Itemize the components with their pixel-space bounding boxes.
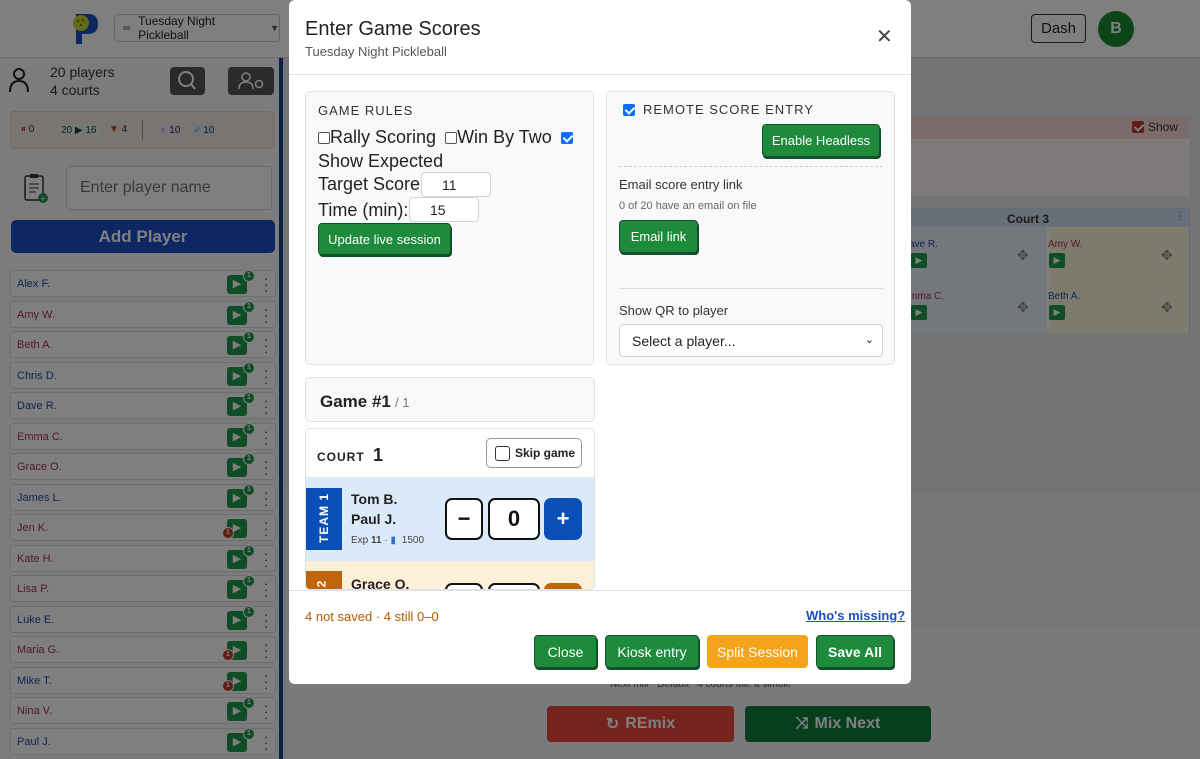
score-entry-modal: Enter Game Scores Tuesday Night Pickleba… <box>289 0 911 684</box>
team-2-label: 2 <box>314 580 329 588</box>
unsaved-status: 4 not saved · 4 still 0–0 <box>305 609 439 624</box>
qr-select-value: Select a player... <box>632 332 736 349</box>
team-1-score[interactable]: 0 <box>488 498 540 540</box>
game-header-card: Game #1 / 1 <box>305 377 595 422</box>
team-2-label-bar: 2 <box>306 571 342 589</box>
divider <box>619 288 883 289</box>
target-score-input[interactable]: 11 <box>421 172 491 197</box>
remote-entry-toggle[interactable]: REMOTE SCORE ENTRY <box>623 102 814 117</box>
team-rating: 1500 <box>401 535 425 546</box>
qr-player-select[interactable]: Select a player... ⌄ <box>619 324 883 357</box>
rally-scoring-checkbox[interactable] <box>318 132 330 145</box>
game-title: Game #1 <box>320 392 391 411</box>
win-by-two-label: Win By Two <box>457 127 552 147</box>
update-live-session-button[interactable]: Update live session <box>318 223 451 255</box>
team-2-row: 2 Grace O. <box>306 561 594 590</box>
skip-game-toggle[interactable]: Skip game <box>486 438 582 468</box>
whos-missing-link[interactable]: Who's missing? <box>806 608 905 623</box>
modal-subtitle: Tuesday Night Pickleball <box>305 44 447 59</box>
target-score-label: Target Score: <box>318 174 426 194</box>
team-1-label: TEAM 1 <box>317 493 331 544</box>
qr-label: Show QR to player <box>619 303 729 318</box>
team-2-score[interactable] <box>488 583 540 589</box>
save-all-button[interactable]: Save All <box>816 635 894 668</box>
chevron-down-icon: ⌄ <box>864 334 874 346</box>
split-session-button[interactable]: Split Session <box>707 635 808 668</box>
time-input[interactable]: 15 <box>409 197 479 222</box>
court-1-card: COURT 1 Skip game TEAM 1 Tom B. Paul J. … <box>305 428 595 590</box>
email-link-button[interactable]: Email link <box>619 220 698 253</box>
team-1-player-1: Tom B. <box>351 491 398 507</box>
team-1-player-2: Paul J. <box>351 511 397 527</box>
email-heading: Email score entry link <box>619 177 743 192</box>
remote-entry-card: REMOTE SCORE ENTRY Enable Headless Email… <box>606 91 895 365</box>
rules-options: Rally Scoring Win By Two Show Expected <box>318 125 588 173</box>
close-icon[interactable]: ✕ <box>876 24 893 49</box>
enable-headless-button[interactable]: Enable Headless <box>762 124 880 157</box>
court-word: COURT <box>317 450 365 464</box>
modal-header: Enter Game Scores Tuesday Night Pickleba… <box>289 0 911 75</box>
game-of-total: / 1 <box>395 395 410 410</box>
show-expected-label: Show Expected <box>318 151 444 171</box>
exp-label: Exp <box>351 535 369 546</box>
modal-title: Enter Game Scores <box>305 18 481 40</box>
show-expected-checkbox[interactable] <box>560 132 573 145</box>
game-rules-heading: GAME RULES <box>318 103 414 118</box>
increment-button[interactable]: + <box>544 498 582 540</box>
team-1-row: TEAM 1 Tom B. Paul J. Exp 11 · ▮ 1500 − … <box>306 477 594 561</box>
remote-entry-heading: REMOTE SCORE ENTRY <box>643 102 814 117</box>
close-button[interactable]: Close <box>534 635 597 668</box>
team-2-player-1: Grace O. <box>351 576 410 590</box>
court-label: COURT 1 <box>317 445 384 466</box>
rally-scoring-label: Rally Scoring <box>330 127 437 147</box>
modal-footer: 4 not saved · 4 still 0–0 Who's missing?… <box>289 590 911 684</box>
decrement-button[interactable] <box>445 583 483 589</box>
chart-icon: ▮ <box>390 535 396 546</box>
increment-button[interactable] <box>544 583 582 589</box>
skip-game-checkbox[interactable] <box>495 445 510 461</box>
court-number: 1 <box>373 445 385 465</box>
remote-entry-checkbox[interactable] <box>623 103 635 116</box>
email-status: 0 of 20 have an email on file <box>619 200 757 212</box>
team-1-label-bar: TEAM 1 <box>306 488 342 550</box>
team-1-meta: Exp 11 · ▮ 1500 <box>351 535 425 546</box>
win-by-two-checkbox[interactable] <box>445 132 458 145</box>
skip-game-label: Skip game <box>515 446 576 460</box>
time-label: Time (min): <box>318 200 409 220</box>
decrement-button[interactable]: − <box>445 498 483 540</box>
dashed-divider <box>619 166 883 167</box>
game-rules-card: GAME RULES Rally Scoring Win By Two Show… <box>305 91 594 365</box>
kiosk-entry-button[interactable]: Kiosk entry <box>605 635 699 668</box>
exp-value: 11 <box>371 535 382 546</box>
